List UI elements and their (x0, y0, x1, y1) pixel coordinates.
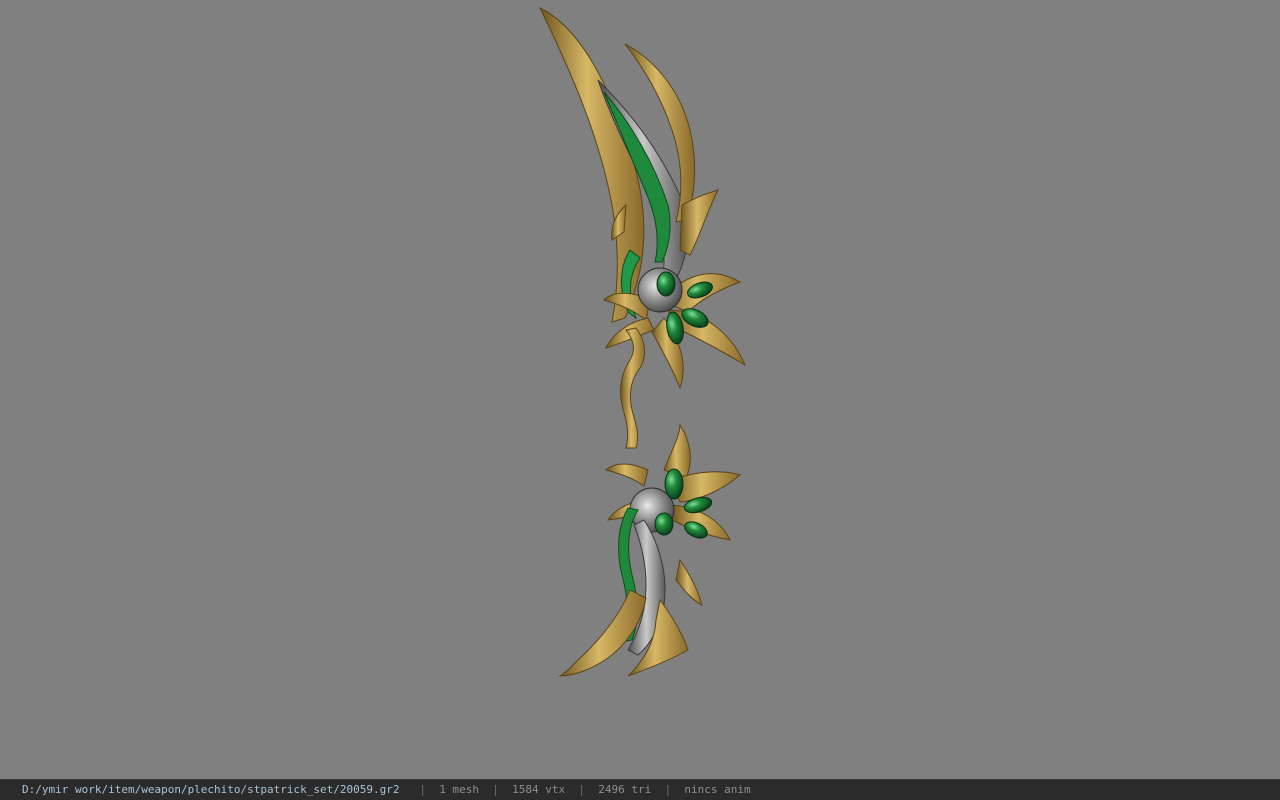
upper-gem-1 (656, 271, 676, 297)
vertex-count: 1584 vtx (512, 783, 566, 796)
separator: | (492, 783, 499, 796)
separator: | (419, 783, 426, 796)
lower-limb (558, 507, 703, 677)
separator: | (664, 783, 672, 796)
grip (619, 327, 646, 449)
lower-gem-3 (654, 512, 674, 536)
file-path: D:/ymir work/item/weapon/plechito/stpatr… (22, 783, 400, 796)
status-bar: D:/ymir work/item/weapon/plechito/stpatr… (0, 779, 1280, 800)
lower-gem-1 (664, 468, 684, 500)
separator: | (578, 783, 585, 796)
lower-side-fin (675, 558, 703, 606)
upper-limb (538, 6, 719, 323)
bow-model (538, 6, 747, 677)
animation-status: nincs anim (684, 783, 751, 796)
mesh-count: 1 mesh (439, 783, 479, 796)
3d-viewport[interactable] (0, 0, 1280, 779)
triangle-count: 2496 tri (598, 783, 652, 796)
